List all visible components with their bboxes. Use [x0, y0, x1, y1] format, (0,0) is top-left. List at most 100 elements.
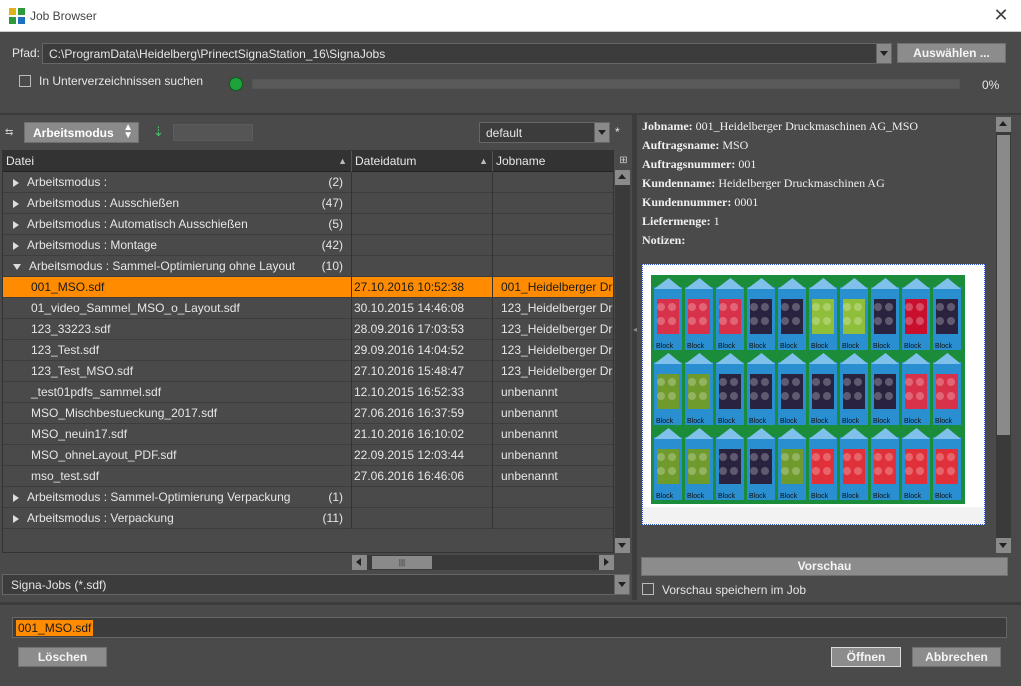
sort-arrows-icon: ▲ [479, 156, 488, 166]
column-header-date[interactable]: Dateidatum ▲ [352, 151, 493, 172]
cell-job: 123_Heidelberger Dr [493, 361, 613, 382]
scroll-thumb[interactable] [997, 135, 1010, 435]
column-header-jobname[interactable]: Jobname [493, 151, 613, 172]
table-row[interactable]: 123_Test_MSO.sdf 27.10.2016 15:48:47 123_H… [3, 361, 613, 382]
chevron-down-icon[interactable] [614, 575, 629, 594]
file-type-combobox[interactable]: Signa-Jobs (*.sdf) [2, 574, 630, 595]
filename-input[interactable]: 001_MSO.sdf [12, 617, 1007, 638]
packet-thumbnail: Block [685, 428, 713, 500]
select-path-button[interactable]: Auswählen ... [897, 43, 1006, 63]
table-horizontal-scrollbar[interactable]: ||| [352, 555, 614, 570]
group-row[interactable]: Arbeitsmodus : Montage (42) [3, 235, 613, 256]
packet-label: Block [842, 493, 860, 500]
open-button[interactable]: Öffnen [831, 647, 901, 667]
group-row[interactable]: Arbeitsmodus : (2) [3, 172, 613, 193]
preset-modified-marker: * [615, 125, 620, 139]
split-pane-divider[interactable]: ◂ [632, 115, 637, 600]
collapsed-triangle-icon[interactable] [13, 178, 19, 187]
collapsed-triangle-icon[interactable] [13, 241, 19, 250]
window-title: Job Browser [30, 9, 97, 23]
group-count: (11) [322, 511, 343, 525]
packet-thumbnail: Block [654, 428, 682, 500]
filter-icon[interactable]: ⇣ [153, 124, 167, 140]
scroll-down-icon[interactable] [996, 538, 1011, 553]
subdirs-checkbox[interactable] [19, 75, 31, 87]
column-header-file[interactable]: Datei ▲ [3, 151, 352, 172]
packet-thumbnail: Block [933, 428, 961, 500]
scroll-thumb[interactable]: ||| [372, 556, 432, 569]
cell-job: 123_Heidelberger Dr [493, 298, 613, 319]
group-mode-combobox[interactable]: Arbeitsmodus ▲ ▼ [24, 122, 139, 143]
scroll-down-icon[interactable] [615, 538, 630, 553]
table-row[interactable]: mso_test.sdf 27.06.2016 16:46:06 unbenannt [3, 466, 613, 487]
group-by-icon[interactable]: ⇆ [5, 127, 21, 138]
cell-job: unbenannt [493, 466, 613, 487]
column-chooser-icon[interactable]: ⊞ [616, 153, 631, 169]
packet-thumbnail: Block [716, 278, 744, 350]
close-icon[interactable]: ✕ [989, 4, 1013, 26]
packet-label: Block [780, 418, 798, 425]
section-divider [0, 113, 1021, 115]
expanded-triangle-icon[interactable] [13, 263, 21, 270]
packet-thumbnail: Block [716, 428, 744, 500]
packet-thumbnail: Block [778, 428, 806, 500]
collapsed-triangle-icon[interactable] [13, 220, 19, 229]
column-header-file-label: Datei [6, 154, 35, 168]
filename-value: 001_MSO.sdf [16, 620, 94, 636]
table-row[interactable]: 123_Test.sdf 29.09.2016 14:04:52 123_Heide… [3, 340, 613, 361]
group-row[interactable]: Arbeitsmodus : Sammel-Optimierung Verpac… [3, 487, 613, 508]
cancel-button[interactable]: Abbrechen [912, 647, 1001, 667]
empty-cell [352, 235, 493, 256]
group-row[interactable]: Arbeitsmodus : Ausschießen (47) [3, 193, 613, 214]
save-preview-checkbox[interactable] [642, 583, 654, 595]
scroll-up-icon[interactable] [615, 170, 630, 185]
detail-line: Jobname: 001_Heidelberger Druckmaschinen… [642, 117, 992, 136]
path-combobox[interactable]: C:\ProgramData\Heidelberg\PrinectSignaSt… [42, 43, 892, 64]
detail-line: Kundennummer: 0001 [642, 193, 992, 212]
group-row[interactable]: Arbeitsmodus : Verpackung (11) [3, 508, 613, 529]
table-row[interactable]: MSO_neuin17.sdf 21.10.2016 16:10:02 unbena… [3, 424, 613, 445]
detail-value: 0001 [734, 195, 759, 209]
group-label: Arbeitsmodus : Sammel-Optimierung ohne L… [29, 259, 296, 273]
table-row[interactable]: 01_video_Sammel_MSO_o_Layout.sdf 30.10.20… [3, 298, 613, 319]
cell-date: 21.10.2016 16:10:02 [352, 424, 493, 445]
details-vertical-scrollbar[interactable] [996, 117, 1011, 553]
collapsed-triangle-icon[interactable] [13, 514, 19, 523]
cell-date: 27.10.2016 10:52:38 [352, 277, 493, 298]
group-mode-value: Arbeitsmodus [33, 126, 114, 140]
packet-thumbnail: Block [902, 353, 930, 425]
group-label: Arbeitsmodus : Automatisch Ausschießen [27, 217, 248, 231]
cell-job: 123_Heidelberger Dr [493, 319, 613, 340]
view-preset-combobox[interactable]: default [479, 122, 610, 143]
table-vertical-scrollbar[interactable] [615, 170, 630, 553]
scroll-left-icon[interactable] [352, 555, 367, 570]
cell-date: 28.09.2016 17:03:53 [352, 319, 493, 340]
table-row[interactable]: MSO_ohneLayout_PDF.sdf 22.09.2015 12:03:4… [3, 445, 613, 466]
collapsed-triangle-icon[interactable] [13, 493, 19, 502]
chevron-down-icon[interactable] [594, 123, 609, 142]
scroll-right-icon[interactable] [599, 555, 614, 570]
filter-input[interactable] [173, 124, 253, 141]
delete-button[interactable]: Löschen [18, 647, 107, 667]
preview-button[interactable]: Vorschau [641, 557, 1008, 576]
scroll-up-icon[interactable] [996, 117, 1011, 132]
table-row[interactable]: _test01pdfs_sammel.sdf 12.10.2015 16:52:3… [3, 382, 613, 403]
table-row[interactable]: 001_MSO.sdf 27.10.2016 10:52:38 001_Heidel… [3, 277, 613, 298]
status-led-icon [229, 77, 243, 91]
group-row[interactable]: Arbeitsmodus : Automatisch Ausschießen (5… [3, 214, 613, 235]
detail-key: Auftragsname: [642, 138, 720, 152]
subdirs-label: In Unterverzeichnissen suchen [39, 74, 204, 88]
cell-file: 01_video_Sammel_MSO_o_Layout.sdf [3, 298, 352, 319]
empty-cell [493, 172, 613, 193]
group-row[interactable]: Arbeitsmodus : Sammel-Optimierung ohne L… [3, 256, 613, 277]
packet-label: Block [935, 418, 953, 425]
packet-thumbnail: Block [778, 353, 806, 425]
packet-label: Block [873, 493, 891, 500]
progress-percent: 0% [982, 78, 1000, 92]
table-row[interactable]: 123_33223.sdf 28.09.2016 17:03:53 123_Heid… [3, 319, 613, 340]
collapsed-triangle-icon[interactable] [13, 199, 19, 208]
table-row[interactable]: MSO_Mischbestueckung_2017.sdf 27.06.2016 … [3, 403, 613, 424]
empty-cell [352, 256, 493, 277]
cell-date: 29.09.2016 14:04:52 [352, 340, 493, 361]
chevron-down-icon[interactable] [876, 44, 891, 63]
